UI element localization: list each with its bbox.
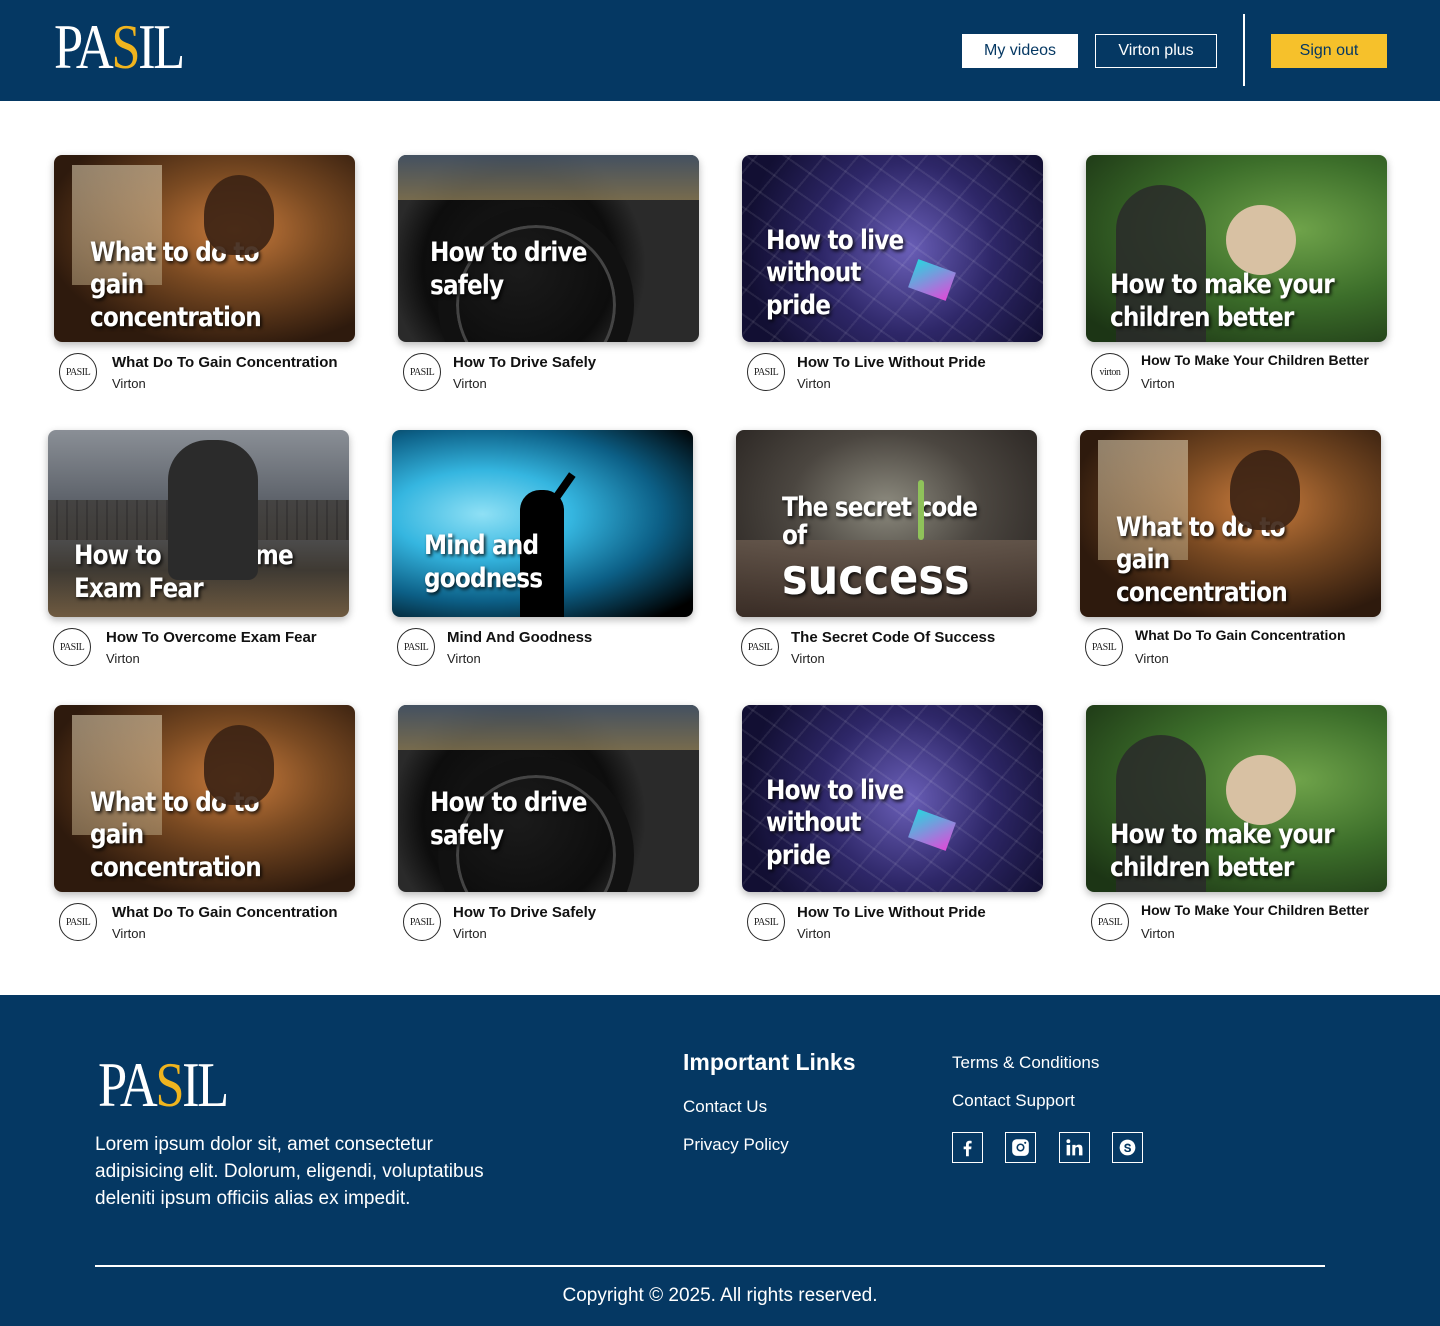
facebook-icon[interactable] (952, 1132, 983, 1163)
channel-name[interactable]: Virton (797, 926, 831, 941)
thumbnail-caption: Mind and goodness (424, 530, 543, 594)
header-divider (1243, 14, 1245, 86)
footer-description: Lorem ipsum dolor sit, amet consectetur … (95, 1134, 484, 1209)
thumbnail-caption: What to do to gain concentration (1116, 511, 1288, 608)
channel-avatar[interactable]: PASIL (59, 353, 97, 391)
video-thumbnail[interactable]: How to make your children better (1086, 705, 1387, 892)
video-thumbnail[interactable]: What to do to gain concentration (54, 155, 355, 342)
thumbnail-caption: What to do to gain concentration (90, 236, 262, 333)
site-footer: PASIL Lorem ipsum dolor sit, amet consec… (0, 995, 1440, 1326)
video-thumbnail[interactable]: The secret code of success (736, 430, 1037, 617)
channel-avatar[interactable]: PASIL (53, 628, 91, 666)
video-title[interactable]: What Do To Gain Concentration (112, 354, 338, 371)
channel-name[interactable]: Virton (791, 651, 825, 666)
channel-name[interactable]: Virton (106, 651, 140, 666)
video-thumbnail[interactable]: How to drive safely (398, 155, 699, 342)
video-title[interactable]: How To Drive Safely (453, 904, 596, 921)
video-card[interactable]: How to drive safely PASIL How To Drive S… (398, 705, 699, 945)
important-links-heading: Important Links (683, 1049, 856, 1075)
skype-icon[interactable] (1112, 1132, 1143, 1163)
channel-avatar[interactable]: virton (1091, 353, 1129, 391)
video-thumbnail[interactable]: How to live without pride (742, 155, 1043, 342)
channel-avatar[interactable]: PASIL (403, 903, 441, 941)
channel-avatar[interactable]: PASIL (59, 903, 97, 941)
thumbnail-caption: What to do to gain concentration (90, 786, 262, 883)
thumbnail-caption: How to Overcome Exam Fear (74, 540, 294, 604)
video-card[interactable]: The secret code of success PASIL The Sec… (736, 430, 1037, 670)
channel-avatar[interactable]: PASIL (1091, 903, 1129, 941)
contact-support-link[interactable]: Contact Support (952, 1091, 1075, 1111)
channel-name[interactable]: Virton (453, 926, 487, 941)
instagram-icon[interactable] (1005, 1132, 1036, 1163)
channel-avatar[interactable]: PASIL (1085, 628, 1123, 666)
thumbnail-caption: How to live without pride (766, 774, 904, 871)
video-card[interactable]: What to do to gain concentration PASIL W… (1080, 430, 1381, 670)
footer-divider (95, 1265, 1325, 1267)
channel-name[interactable]: Virton (112, 376, 146, 391)
video-thumbnail[interactable]: How to make your children better (1086, 155, 1387, 342)
privacy-policy-link[interactable]: Privacy Policy (683, 1135, 789, 1155)
video-title[interactable]: What Do To Gain Concentration (1135, 627, 1346, 643)
video-title[interactable]: Mind And Goodness (447, 629, 592, 646)
video-thumbnail[interactable]: How to Overcome Exam Fear (48, 430, 349, 617)
pasil-footer-logo[interactable]: PASIL (98, 1053, 229, 1117)
channel-avatar[interactable]: PASIL (747, 903, 785, 941)
video-title[interactable]: How To Make Your Children Better (1141, 352, 1369, 368)
channel-name[interactable]: Virton (112, 926, 146, 941)
channel-name[interactable]: Virton (1141, 376, 1175, 391)
linkedin-icon[interactable] (1059, 1132, 1090, 1163)
video-title[interactable]: How To Overcome Exam Fear (106, 629, 317, 646)
video-title[interactable]: What Do To Gain Concentration (112, 904, 338, 921)
thumbnail-caption: How to drive safely (430, 787, 588, 851)
video-card[interactable]: How to make your children better PASIL H… (1086, 705, 1387, 945)
video-thumbnail[interactable]: How to live without pride (742, 705, 1043, 892)
video-card[interactable]: What to do to gain concentration PASIL W… (54, 155, 355, 395)
video-thumbnail[interactable]: How to drive safely (398, 705, 699, 892)
video-title[interactable]: How To Live Without Pride (797, 354, 986, 371)
channel-avatar[interactable]: PASIL (397, 628, 435, 666)
video-card[interactable]: Mind and goodness PASIL Mind And Goodnes… (392, 430, 693, 670)
copyright-text: Copyright © 2025. All rights reserved. (562, 1285, 878, 1306)
thumbnail-caption: How to drive safely (430, 237, 588, 301)
thumbnail-caption-big: success (782, 547, 970, 606)
thumbnail-caption: The secret code of success (782, 491, 988, 606)
video-title[interactable]: How To Make Your Children Better (1141, 902, 1369, 918)
video-thumbnail[interactable]: Mind and goodness (392, 430, 693, 617)
thumbnail-caption: How to make your children better (1110, 269, 1335, 333)
video-card[interactable]: How to live without pride PASIL How To L… (742, 705, 1043, 945)
video-title[interactable]: How To Live Without Pride (797, 904, 986, 921)
thumbnail-caption: How to live without pride (766, 224, 904, 321)
channel-name[interactable]: Virton (1141, 926, 1175, 941)
channel-name[interactable]: Virton (1135, 651, 1169, 666)
channel-avatar[interactable]: PASIL (741, 628, 779, 666)
thumbnail-caption-top: The secret code of (782, 491, 978, 552)
pasil-logo[interactable]: PASIL (54, 15, 185, 79)
video-thumbnail[interactable]: What to do to gain concentration (1080, 430, 1381, 617)
video-card[interactable]: How to Overcome Exam Fear PASIL How To O… (48, 430, 349, 670)
terms-conditions-link[interactable]: Terms & Conditions (952, 1053, 1099, 1073)
my-videos-button[interactable]: My videos (962, 34, 1078, 68)
thumbnail-caption: How to make your children better (1110, 819, 1335, 883)
channel-avatar[interactable]: PASIL (403, 353, 441, 391)
channel-name[interactable]: Virton (447, 651, 481, 666)
video-card[interactable]: What to do to gain concentration PASIL W… (54, 705, 355, 945)
virton-plus-button[interactable]: Virton plus (1095, 34, 1217, 68)
contact-us-link[interactable]: Contact Us (683, 1097, 767, 1117)
video-card[interactable]: How to live without pride PASIL How To L… (742, 155, 1043, 395)
channel-name[interactable]: Virton (453, 376, 487, 391)
video-title[interactable]: The Secret Code Of Success (791, 629, 995, 646)
video-title[interactable]: How To Drive Safely (453, 354, 596, 371)
channel-avatar[interactable]: PASIL (747, 353, 785, 391)
site-header: PASIL My videos Virton plus Sign out (0, 0, 1440, 101)
sign-out-button[interactable]: Sign out (1271, 34, 1387, 68)
video-thumbnail[interactable]: What to do to gain concentration (54, 705, 355, 892)
channel-name[interactable]: Virton (797, 376, 831, 391)
video-card[interactable]: How to make your children better virton … (1086, 155, 1387, 395)
video-card[interactable]: How to drive safely PASIL How To Drive S… (398, 155, 699, 395)
